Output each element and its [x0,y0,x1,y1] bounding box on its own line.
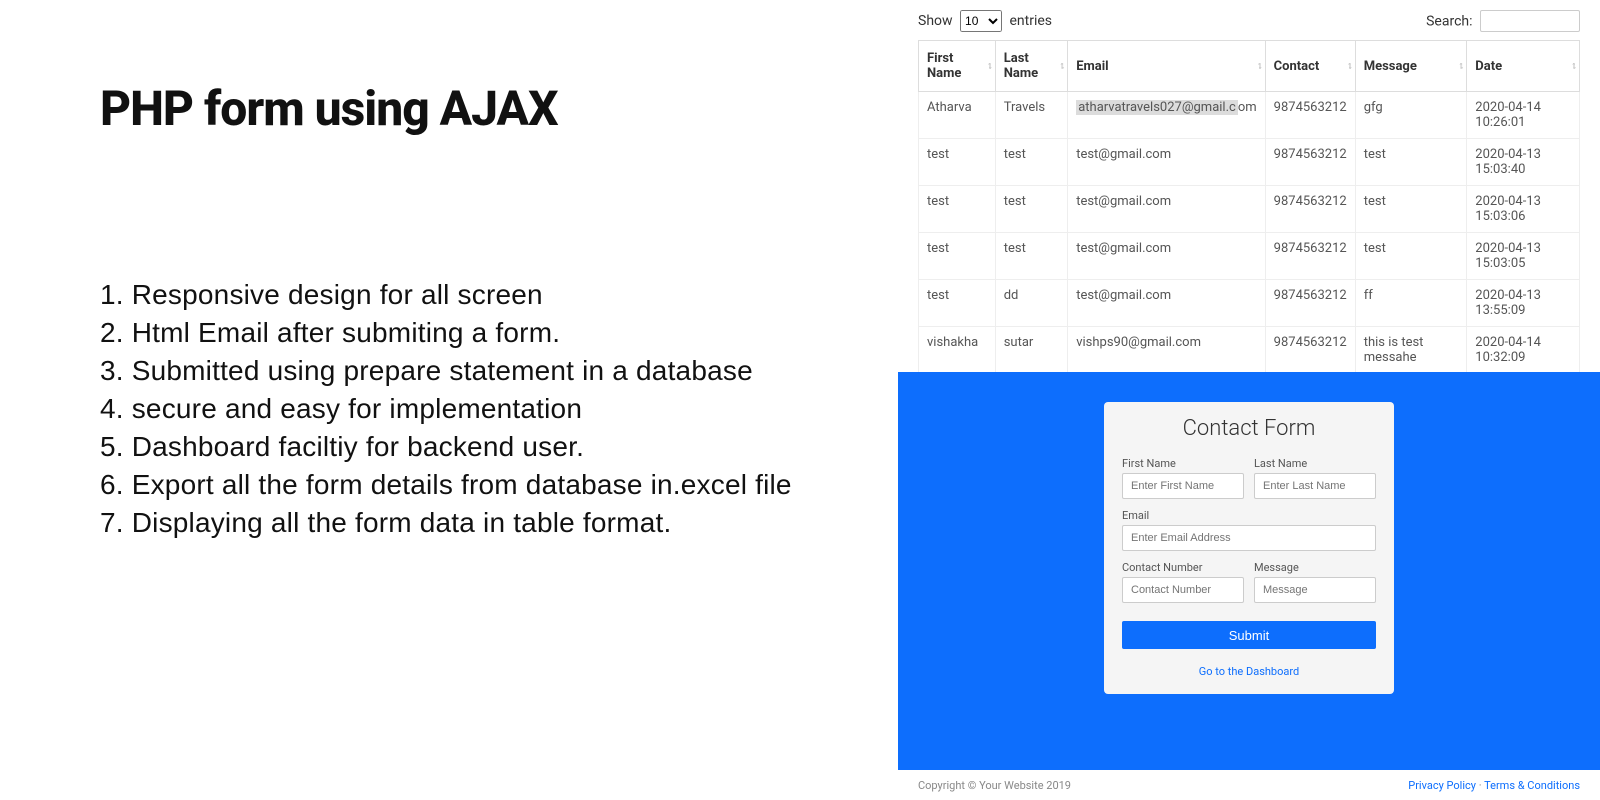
feature-item: 6. Export all the form details from data… [100,467,818,502]
footer-bar: Copyright © Your Website 2019 Privacy Po… [898,770,1600,800]
footer-links: Privacy Policy · Terms & Conditions [1408,779,1580,792]
email-label: Email [1122,509,1376,522]
table-row: testtesttest@gmail.com9874563212test2020… [919,233,1580,280]
sort-icon: ↑↓ [1059,61,1061,72]
table-cell: dd [995,280,1067,327]
table-cell: 2020-04-13 13:55:09 [1467,280,1580,327]
sort-icon: ↑↓ [987,61,989,72]
message-label: Message [1254,561,1376,574]
table-cell: 2020-04-13 15:03:06 [1467,186,1580,233]
table-cell-email: vishps90@gmail.com [1068,327,1265,374]
table-cell: test [995,139,1067,186]
col-last-name[interactable]: Last Name↑↓ [995,41,1067,92]
submit-button[interactable]: Submit [1122,621,1376,649]
table-cell: test [1355,233,1467,280]
feature-item: 7. Displaying all the form data in table… [100,505,818,540]
col-email[interactable]: Email↑↓ [1068,41,1265,92]
table-cell: 9874563212 [1265,280,1355,327]
entries-select[interactable]: 10 [960,10,1002,32]
entries-length: Show 10 entries [918,10,1052,32]
sort-icon: ↑↓ [1257,61,1259,72]
table-cell: Travels [995,92,1067,139]
table-cell: 2020-04-13 15:03:05 [1467,233,1580,280]
first-name-field[interactable] [1122,473,1244,499]
sort-icon: ↑↓ [1458,61,1460,72]
email-field[interactable] [1122,525,1376,551]
hero-panel: PHP form using AJAX 1. Responsive design… [0,0,898,800]
col-first-name[interactable]: First Name↑↓ [919,41,996,92]
table-cell-email: test@gmail.com [1068,186,1265,233]
table-cell: test [919,280,996,327]
table-row: AtharvaTravelsatharvatravels027@gmail.co… [919,92,1580,139]
table-cell: 9874563212 [1265,139,1355,186]
table-cell: 9874563212 [1265,233,1355,280]
privacy-link[interactable]: Privacy Policy [1408,779,1476,792]
form-title: Contact Form [1122,416,1376,441]
table-cell: test [995,186,1067,233]
last-name-label: Last Name [1254,457,1376,470]
table-cell: test [919,186,996,233]
col-message[interactable]: Message↑↓ [1355,41,1467,92]
table-cell: vishakha [919,327,996,374]
data-table: First Name↑↓ Last Name↑↓ Email↑↓ Contact… [918,40,1580,425]
table-row: testddtest@gmail.com9874563212ff2020-04-… [919,280,1580,327]
table-cell: gfg [1355,92,1467,139]
show-label: Show [918,13,953,29]
table-cell: 9874563212 [1265,186,1355,233]
search-input[interactable] [1480,10,1580,32]
entries-label: entries [1010,13,1053,29]
col-date[interactable]: Date↑↓ [1467,41,1580,92]
last-name-field[interactable] [1254,473,1376,499]
contact-field[interactable] [1122,577,1244,603]
sort-icon: ↑↓ [1347,61,1349,72]
col-contact[interactable]: Contact↑↓ [1265,41,1355,92]
table-cell-email: test@gmail.com [1068,280,1265,327]
table-cell: 2020-04-14 10:32:09 [1467,327,1580,374]
table-cell: 2020-04-14 10:26:01 [1467,92,1580,139]
table-cell: test [1355,139,1467,186]
contact-label: Contact Number [1122,561,1244,574]
table-cell: test [1355,186,1467,233]
table-header-row: First Name↑↓ Last Name↑↓ Email↑↓ Contact… [919,41,1580,92]
feature-item: 3. Submitted using prepare statement in … [100,353,818,388]
feature-item: 5. Dashboard faciltiy for backend user. [100,429,818,464]
table-cell-email: atharvatravels027@gmail.com [1068,92,1265,139]
contact-form-card: Contact Form First Name Last Name Email … [1104,402,1394,694]
sort-icon: ↑↓ [1571,61,1573,72]
table-row: vishakhasutarvishps90@gmail.com987456321… [919,327,1580,374]
table-cell: test [919,139,996,186]
table-cell: 9874563212 [1265,92,1355,139]
dashboard-link[interactable]: Go to the Dashboard [1122,659,1376,684]
message-field[interactable] [1254,577,1376,603]
table-cell: this is test messahe [1355,327,1467,374]
table-cell: ff [1355,280,1467,327]
table-cell: 2020-04-13 15:03:40 [1467,139,1580,186]
feature-item: 2. Html Email after submiting a form. [100,315,818,350]
feature-item: 4. secure and easy for implementation [100,391,818,426]
table-cell-email: test@gmail.com [1068,139,1265,186]
search-box: Search: [1426,10,1580,32]
table-row: testtesttest@gmail.com9874563212test2020… [919,186,1580,233]
table-cell: Atharva [919,92,996,139]
copyright-text: Copyright © Your Website 2019 [918,779,1071,792]
table-cell: test [919,233,996,280]
terms-link[interactable]: Terms & Conditions [1484,779,1580,792]
feature-item: 1. Responsive design for all screen [100,277,818,312]
page-title: PHP form using AJAX [100,80,818,137]
table-cell: 9874563212 [1265,327,1355,374]
table-cell: test [995,233,1067,280]
feature-list: 1. Responsive design for all screen 2. H… [100,277,818,540]
table-cell-email: test@gmail.com [1068,233,1265,280]
preview-panel: Show 10 entries Search: First Name↑↓ Las… [898,0,1600,800]
search-label: Search: [1426,14,1472,30]
first-name-label: First Name [1122,457,1244,470]
table-row: testtesttest@gmail.com9874563212test2020… [919,139,1580,186]
table-cell: sutar [995,327,1067,374]
contact-form-backdrop: Contact Form First Name Last Name Email … [898,372,1600,770]
